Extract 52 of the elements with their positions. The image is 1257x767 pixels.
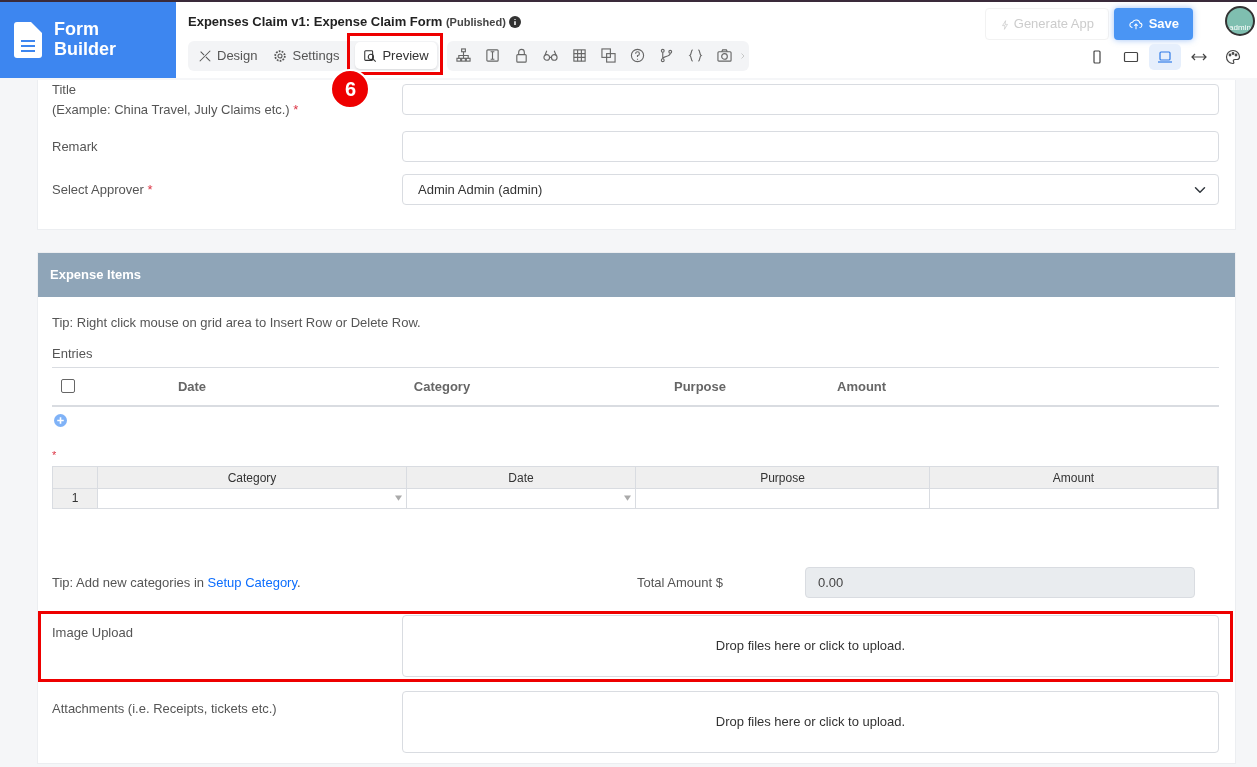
- total-amount-field: 0.00: [805, 566, 1195, 598]
- total-label: Total Amount $: [637, 574, 723, 590]
- camera-icon[interactable]: [716, 48, 732, 63]
- section-header: Expense Items: [38, 253, 1235, 297]
- upload-dropzone[interactable]: Drop files here or click to upload.: [402, 614, 1219, 677]
- lock-icon[interactable]: [513, 48, 529, 63]
- tab[interactable]: Design: [190, 41, 266, 70]
- dropdown-icon[interactable]: [624, 495, 631, 502]
- column-header: Purpose: [674, 378, 726, 394]
- sitemap-icon[interactable]: [455, 48, 471, 63]
- dropdown-icon[interactable]: [395, 495, 402, 502]
- select-field[interactable]: Admin Admin (admin): [402, 174, 1219, 205]
- field-label: Remark: [52, 137, 98, 156]
- field-label: Select Approver *: [52, 180, 153, 199]
- settings-icon: [273, 48, 288, 63]
- tab[interactable]: Preview: [355, 41, 437, 70]
- tablet-icon: [1123, 49, 1139, 65]
- field-label: Attachments (i.e. Receipts, tickets etc.): [52, 699, 277, 718]
- tip-text: Tip: Add new categories in Setup Category.: [52, 573, 301, 592]
- glasses-icon[interactable]: [542, 48, 558, 63]
- info-icon[interactable]: [509, 15, 522, 28]
- select-all-checkbox[interactable]: [61, 379, 75, 394]
- tip-text: Tip: Right click mouse on grid area to Insert Row or Delete Row.: [52, 313, 421, 332]
- logo-text: Form Builder: [54, 20, 116, 60]
- text-field[interactable]: [402, 84, 1219, 115]
- laptop-icon: [1157, 49, 1173, 65]
- help-icon[interactable]: [629, 48, 645, 63]
- field-label: Title (Example: China Travel, July Claims etc.) *: [52, 81, 299, 119]
- cloud-upload-icon: [1127, 16, 1144, 31]
- entries-label: Entries: [52, 345, 93, 363]
- grid-column-header: Purpose: [636, 466, 930, 489]
- column-header: Amount: [837, 378, 887, 394]
- form-title: Expenses Claim v1: Expense Claim Form (Published): [188, 13, 506, 31]
- required-mark: *: [52, 449, 57, 462]
- text-field[interactable]: [402, 131, 1219, 162]
- palette-icon: [1225, 49, 1241, 65]
- braces-icon[interactable]: [687, 48, 703, 63]
- setup-category-link[interactable]: Setup Category: [207, 574, 297, 590]
- text-cursor-icon[interactable]: [484, 48, 500, 63]
- document-icon: [14, 22, 42, 58]
- tab[interactable]: Settings: [265, 41, 348, 70]
- grid-column-header: Date: [407, 466, 636, 489]
- table-icon[interactable]: [571, 48, 587, 63]
- column-header: Category: [413, 378, 471, 394]
- preview-icon: [363, 48, 378, 63]
- branch-icon[interactable]: [658, 48, 674, 63]
- upload-dropzone[interactable]: Drop files here or click to upload.: [402, 690, 1219, 753]
- field-label: Image Upload: [52, 623, 133, 642]
- lightning-icon: [1000, 18, 1011, 31]
- grid-column-header: Category: [98, 466, 407, 489]
- column-header: Date: [177, 378, 207, 394]
- grid-column-header: Amount: [930, 466, 1218, 489]
